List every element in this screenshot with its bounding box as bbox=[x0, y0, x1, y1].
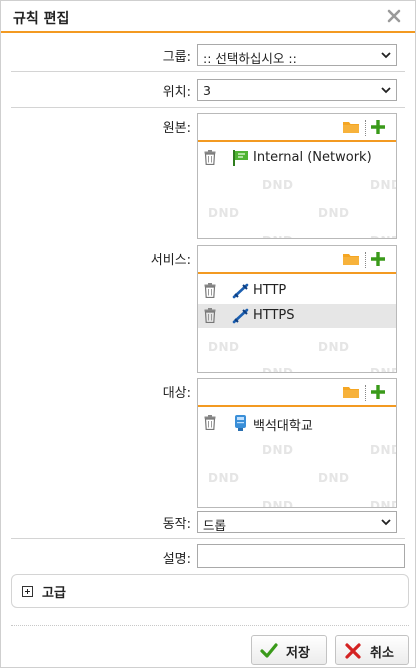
chevron-down-icon bbox=[380, 84, 392, 96]
position-label: 위치: bbox=[162, 85, 191, 100]
service-link-icon bbox=[232, 283, 249, 299]
dnd-watermark: DND bbox=[262, 366, 294, 373]
host-icon bbox=[232, 415, 249, 431]
dialog-title: 규칙 편집 bbox=[13, 11, 70, 27]
destination-label: 대상: bbox=[162, 386, 191, 401]
trash-icon[interactable] bbox=[204, 283, 216, 299]
services-toolbar bbox=[198, 246, 396, 274]
divider bbox=[11, 538, 405, 539]
description-input[interactable] bbox=[197, 544, 405, 568]
destination-toolbar bbox=[198, 379, 396, 407]
save-button[interactable]: 저장 bbox=[251, 635, 327, 665]
toolbar-divider bbox=[365, 120, 366, 136]
source-label: 원본: bbox=[162, 121, 191, 136]
action-select-value: 드롭 bbox=[203, 518, 227, 533]
list-item-label: HTTPS bbox=[253, 308, 295, 323]
close-icon[interactable] bbox=[385, 7, 403, 25]
list-item[interactable]: 백석대학교 bbox=[198, 411, 396, 435]
dnd-watermark: DND bbox=[318, 340, 350, 354]
trash-icon[interactable] bbox=[204, 415, 216, 431]
dnd-watermark: DND bbox=[370, 499, 396, 508]
divider bbox=[11, 71, 405, 72]
save-button-label: 저장 bbox=[286, 646, 310, 661]
list-item-selected[interactable]: HTTPS bbox=[198, 304, 396, 328]
dnd-watermark: DND bbox=[208, 340, 240, 354]
add-icon[interactable] bbox=[370, 384, 386, 400]
dnd-watermark: DND bbox=[370, 178, 396, 192]
list-item-label: HTTP bbox=[253, 283, 287, 298]
dnd-watermark: DND bbox=[262, 443, 294, 457]
advanced-panel[interactable]: 고급 bbox=[11, 574, 409, 608]
dnd-watermark: DND bbox=[262, 499, 294, 508]
list-item[interactable]: HTTP bbox=[198, 279, 396, 303]
trash-icon[interactable] bbox=[204, 308, 216, 324]
description-label: 설명: bbox=[162, 552, 191, 567]
cancel-button-label: 취소 bbox=[370, 646, 394, 661]
cancel-button[interactable]: 취소 bbox=[335, 635, 409, 665]
action-select[interactable]: 드롭 bbox=[197, 511, 397, 533]
x-icon bbox=[344, 642, 362, 660]
chevron-down-icon bbox=[380, 516, 392, 528]
toolbar-divider bbox=[365, 385, 366, 401]
toolbar-divider bbox=[365, 252, 366, 268]
source-toolbar bbox=[198, 114, 396, 142]
folder-icon[interactable] bbox=[342, 252, 360, 266]
dnd-watermark: DND bbox=[262, 178, 294, 192]
dialog-titlebar: 규칙 편집 bbox=[1, 1, 415, 33]
group-select-value: :: 선택하십시오 :: bbox=[203, 51, 297, 66]
check-icon bbox=[260, 642, 278, 660]
dnd-watermark: DND bbox=[208, 206, 240, 220]
services-list: DND DND DND DND HTTP HTTPS bbox=[197, 245, 397, 373]
folder-icon[interactable] bbox=[342, 120, 360, 134]
dnd-watermark: DND bbox=[370, 234, 396, 238]
add-icon[interactable] bbox=[370, 119, 386, 135]
destination-list: DND DND DND DND DND DND 백석대학교 bbox=[197, 378, 397, 508]
network-flag-icon bbox=[232, 150, 249, 166]
dnd-watermark: DND bbox=[370, 443, 396, 457]
group-select[interactable]: :: 선택하십시오 :: bbox=[197, 44, 397, 66]
advanced-label: 고급 bbox=[42, 586, 66, 601]
position-select[interactable]: 3 bbox=[197, 79, 397, 101]
dnd-watermark: DND bbox=[318, 206, 350, 220]
position-select-value: 3 bbox=[203, 83, 211, 98]
add-icon[interactable] bbox=[370, 251, 386, 267]
divider bbox=[11, 107, 405, 108]
chevron-down-icon bbox=[380, 49, 392, 61]
list-item-label: Internal (Network) bbox=[253, 150, 372, 165]
dnd-watermark: DND bbox=[370, 366, 396, 373]
service-link-icon bbox=[232, 308, 249, 324]
expand-icon[interactable] bbox=[22, 586, 33, 597]
group-label: 그룹: bbox=[162, 50, 191, 65]
footer-divider bbox=[11, 625, 409, 626]
list-item[interactable]: Internal (Network) bbox=[198, 146, 396, 170]
trash-icon[interactable] bbox=[204, 150, 216, 166]
list-item-label: 백석대학교 bbox=[253, 419, 313, 434]
dnd-watermark: DND bbox=[318, 471, 350, 485]
source-list: DND DND DND DND DND DND Internal (Networ… bbox=[197, 113, 397, 239]
action-label: 동작: bbox=[162, 517, 191, 532]
edit-rule-dialog: 규칙 편집 그룹: :: 선택하십시오 :: 위치: 3 원본: DND DN … bbox=[0, 0, 416, 668]
services-label: 서비스: bbox=[150, 253, 191, 268]
folder-icon[interactable] bbox=[342, 385, 360, 399]
dnd-watermark: DND bbox=[262, 234, 293, 238]
dnd-watermark: DND bbox=[208, 471, 240, 485]
